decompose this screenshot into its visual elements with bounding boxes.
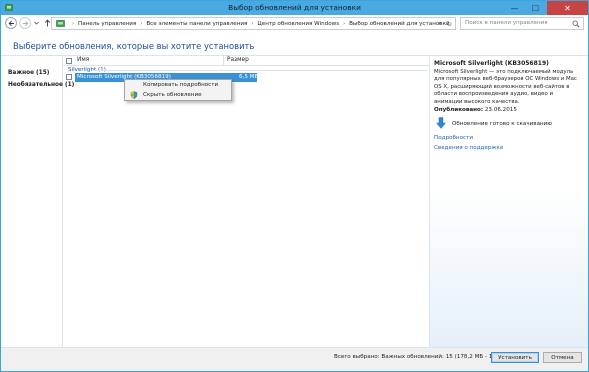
published-date: 23.06.2015 bbox=[484, 107, 517, 113]
search-placeholder: Поиск в панели управления bbox=[465, 20, 548, 26]
shield-icon bbox=[130, 91, 138, 99]
address-bar[interactable]: › Панель управления › Все элементы панел… bbox=[51, 17, 456, 30]
download-arrow-icon bbox=[436, 117, 446, 129]
published-label: Опубликовано: bbox=[434, 107, 484, 113]
details-published: Опубликовано: 23.06.2015 bbox=[434, 107, 517, 113]
group-divider bbox=[93, 70, 427, 71]
search-input[interactable]: Поиск в панели управления bbox=[460, 17, 584, 30]
breadcrumb-separator: › bbox=[140, 20, 143, 27]
breadcrumb-control-panel[interactable]: Панель управления bbox=[78, 21, 136, 27]
support-info-link[interactable]: Сведения о поддержке bbox=[434, 145, 503, 151]
recent-pages-dropdown[interactable] bbox=[33, 17, 39, 29]
breadcrumb-windows-update[interactable]: Центр обновления Windows bbox=[257, 21, 339, 27]
download-status: Обновление готово к скачиванию bbox=[452, 121, 553, 127]
maximize-button[interactable]: ☐ bbox=[525, 1, 546, 15]
breadcrumb-separator: › bbox=[72, 20, 74, 27]
arrow-up-icon bbox=[44, 19, 50, 27]
window-title: Выбор обновлений для установки bbox=[228, 3, 361, 12]
menu-item-copy-details[interactable]: Копировать подробности bbox=[143, 82, 218, 88]
title-bar: Выбор обновлений для установки — ☐ ✕ bbox=[1, 1, 588, 15]
search-icon[interactable] bbox=[572, 20, 580, 28]
category-pane: Важное (15) Необязательное (1) bbox=[1, 56, 74, 347]
column-header-size[interactable]: Размер bbox=[227, 57, 249, 63]
arrow-right-icon bbox=[22, 20, 28, 26]
back-button[interactable] bbox=[5, 17, 17, 29]
arrow-left-icon bbox=[8, 20, 14, 26]
footer-bar: Всего выбрано: Важных обновлений: 15 (17… bbox=[1, 347, 588, 371]
breadcrumb-separator: › bbox=[343, 20, 346, 27]
breadcrumb-separator: › bbox=[251, 20, 254, 27]
details-link[interactable]: Подробности bbox=[434, 135, 473, 141]
close-button[interactable]: ✕ bbox=[547, 1, 588, 15]
navigation-bar: › Панель управления › Все элементы панел… bbox=[1, 15, 588, 32]
update-list: Имя Размер Silverlight (1) Microsoft Sil… bbox=[63, 56, 429, 347]
forward-button[interactable] bbox=[19, 17, 31, 29]
list-header: Имя Размер bbox=[63, 56, 429, 66]
details-pane: Microsoft Silverlight (KB3056819) Micros… bbox=[429, 56, 588, 347]
minimize-button[interactable]: — bbox=[504, 1, 525, 15]
chevron-down-icon bbox=[33, 21, 39, 25]
context-menu: Копировать подробности Скрыть обновление bbox=[124, 79, 232, 101]
details-title: Microsoft Silverlight (KB3056819) bbox=[434, 60, 549, 67]
menu-item-hide-update[interactable]: Скрыть обновление bbox=[143, 92, 202, 98]
page-title: Выберите обновления, которые вы хотите у… bbox=[13, 41, 255, 51]
install-button[interactable]: Установить bbox=[491, 352, 539, 363]
column-separator[interactable] bbox=[223, 56, 224, 66]
breadcrumb-select-updates[interactable]: Выбор обновлений для установки bbox=[349, 21, 449, 27]
select-all-checkbox[interactable] bbox=[66, 58, 72, 64]
breadcrumb-all-items[interactable]: Все элементы панели управления bbox=[146, 21, 247, 27]
cancel-button[interactable]: Отмена bbox=[543, 352, 582, 363]
column-header-name[interactable]: Имя bbox=[77, 57, 89, 63]
selection-summary: Всего выбрано: Важных обновлений: 15 (17… bbox=[334, 354, 518, 360]
update-size: 6,5 МБ bbox=[239, 74, 259, 80]
details-description: Microsoft Silverlight — это подключаемый… bbox=[434, 69, 577, 105]
refresh-icon[interactable]: ↻ bbox=[447, 20, 452, 28]
update-checkbox[interactable] bbox=[66, 74, 72, 80]
control-panel-icon bbox=[56, 20, 65, 27]
update-selection-window: Выбор обновлений для установки — ☐ ✕ › П… bbox=[0, 0, 589, 372]
address-history-icon[interactable]: ▾ bbox=[438, 21, 441, 27]
category-important[interactable]: Важное (15) bbox=[8, 70, 49, 76]
